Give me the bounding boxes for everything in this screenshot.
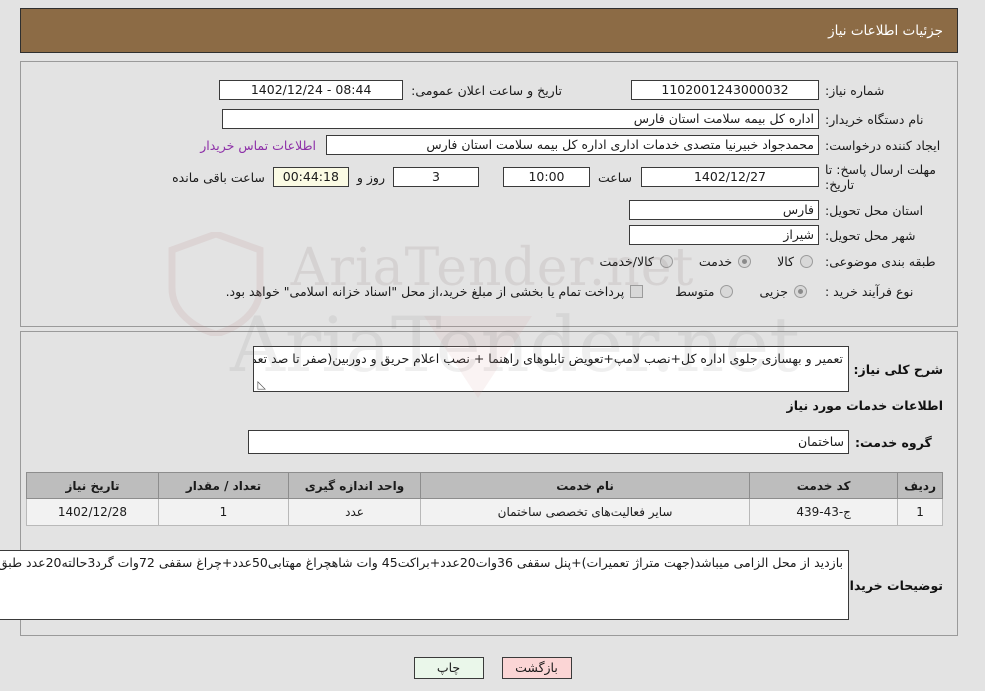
radio-goods-service-icon[interactable] [659,255,673,268]
treasury-bonds-checkbox[interactable] [630,285,644,298]
buyer-notes-row: توضیحات خریدار: بازدید از محل الزامی میب… [0,550,943,620]
need-details-panel: شرح کلی نیاز: تعمیر و بهسازی جلوی اداره … [0,331,958,636]
subject-category-label: طبقه بندی موضوعی: [825,254,936,269]
td-row-no: 1 [897,498,943,526]
general-description-value[interactable]: تعمیر و بهسازی جلوی اداره کل+نصب لامپ+تع… [253,346,849,392]
need-number-label: شماره نیاز: [825,82,885,98]
td-service-name: سایر فعالیت‌های تخصصی ساختمان [419,498,751,526]
footer-button-bar: بازگشت چاپ [0,657,985,679]
buyer-org-row: نام دستگاه خریدار: اداره کل بیمه سلامت ا… [222,109,943,129]
request-creator-value: محمدجواد خبیرنیا متصدی خدمات اداری اداره… [326,135,819,155]
radio-option-goods-service[interactable]: کالا/خدمت [599,254,673,269]
subject-category-row: طبقه بندی موضوعی: کالا خدمت کالا/خدمت [573,254,943,269]
buyer-contact-link[interactable]: اطلاعات تماس خریدار [200,138,316,153]
td-quantity: 1 [158,498,289,526]
countdown-suffix-label: ساعت باقی مانده [172,169,265,185]
delivery-province-label: استان محل تحویل: [825,202,924,218]
td-service-code: ج-43-439 [749,498,899,526]
radio-minor-label: جزیی [759,284,788,299]
back-button[interactable]: بازگشت [501,657,572,679]
delivery-city-row: شهر محل تحویل: شیراز [629,225,943,245]
radio-medium-icon[interactable] [720,285,734,298]
buyer-notes-label: توضیحات خریدار: [837,577,943,593]
deadline-hour-value: 10:00 [502,167,590,187]
general-description-label: شرح کلی نیاز: [853,361,943,377]
radio-service-icon[interactable] [738,255,752,268]
delivery-city-label: شهر محل تحویل: [825,227,916,243]
radio-medium-label: متوسط [675,284,715,299]
services-table: ردیف کد خدمت نام خدمت واحد اندازه گیری ت… [26,472,943,526]
td-need-date: 1402/12/28 [26,498,159,526]
delivery-city-value: شیراز [629,225,819,245]
page-title: جزئیات اطلاعات نیاز [828,22,943,39]
announce-datetime-value: 08:44 - 1402/12/24 [219,80,404,100]
radio-goods-label: کالا [777,254,794,269]
days-remaining-value: 3 [392,167,479,187]
announce-datetime-label: تاریخ و ساعت اعلان عمومی: [411,82,562,98]
deadline-hour-label: ساعت [597,169,632,185]
service-group-row: گروه خدمت: ساختمان [248,430,943,454]
need-info-panel: شماره نیاز: 1102001243000032 تاریخ و ساع… [20,61,958,327]
td-unit: عدد [288,498,421,526]
radio-option-minor[interactable]: جزیی [759,284,807,299]
th-service-code: کد خدمت [749,472,899,499]
announce-datetime-row: تاریخ و ساعت اعلان عمومی: 08:44 - 1402/1… [219,80,562,100]
radio-option-goods[interactable]: کالا [777,254,813,269]
service-group-value[interactable]: ساختمان [248,430,849,454]
treasury-bonds-option[interactable]: پرداخت تمام یا بخشی از مبلغ خرید،از محل … [226,284,644,299]
radio-option-medium[interactable]: متوسط [675,284,734,299]
delivery-province-value: فارس [629,200,819,220]
print-button[interactable]: چاپ [413,657,484,679]
radio-service-label: خدمت [698,254,733,269]
purchase-process-label: نوع فرآیند خرید : [825,284,914,299]
general-description-row: شرح کلی نیاز: تعمیر و بهسازی جلوی اداره … [253,346,943,392]
radio-goods-icon[interactable] [800,255,813,268]
th-unit: واحد اندازه گیری [288,472,421,499]
delivery-province-row: استان محل تحویل: فارس [629,200,943,220]
service-group-label: گروه خدمت: [855,434,932,450]
page-header: جزئیات اطلاعات نیاز [20,8,958,53]
th-service-name: نام خدمت [419,472,751,499]
buyer-org-value: اداره کل بیمه سلامت استان فارس [222,109,819,129]
days-word-label: روز و [356,169,385,185]
response-deadline-row: مهلت ارسال پاسخ: تا تاریخ: 1402/12/27 سا… [172,162,943,192]
purchase-process-row: نوع فرآیند خرید : جزیی متوسط پرداخت تمام… [200,284,943,299]
services-section-heading: اطلاعات خدمات مورد نیاز [786,398,944,413]
radio-goods-service-label: کالا/خدمت [599,254,654,269]
response-deadline-label: مهلت ارسال پاسخ: تا تاریخ: [825,162,936,192]
th-row-no: ردیف [897,472,943,499]
resize-grip-icon[interactable]: ◺ [256,379,266,390]
request-creator-row: ایجاد کننده درخواست: محمدجواد خبیرنیا مت… [200,135,943,155]
request-creator-label: ایجاد کننده درخواست: [825,137,941,153]
radio-option-service[interactable]: خدمت [698,254,752,269]
radio-minor-icon[interactable] [794,285,807,298]
buyer-notes-text: بازدید از محل الزامی میباشد(جهت متراژ تع… [0,555,843,570]
table-row: 1 ج-43-439 سایر فعالیت‌های تخصصی ساختمان… [26,498,943,526]
page-root: AriaTender.net AriaTender.net جزئیات اطل… [0,0,985,691]
general-description-text: تعمیر و بهسازی جلوی اداره کل+نصب لامپ+تع… [254,351,843,366]
countdown-timer: 00:44:18 [272,167,349,187]
buyer-org-label: نام دستگاه خریدار: [825,111,924,127]
deadline-date-value: 1402/12/27 [641,167,819,187]
buyer-notes-value[interactable]: بازدید از محل الزامی میباشد(جهت متراژ تع… [0,550,849,620]
need-number-row: شماره نیاز: 1102001243000032 [631,80,943,100]
treasury-bonds-label: پرداخت تمام یا بخشی از مبلغ خرید،از محل … [225,284,625,299]
table-header-row: ردیف کد خدمت نام خدمت واحد اندازه گیری ت… [26,472,943,499]
th-need-date: تاریخ نیاز [26,472,159,499]
need-number-value: 1102001243000032 [631,80,819,100]
th-quantity: تعداد / مقدار [158,472,289,499]
